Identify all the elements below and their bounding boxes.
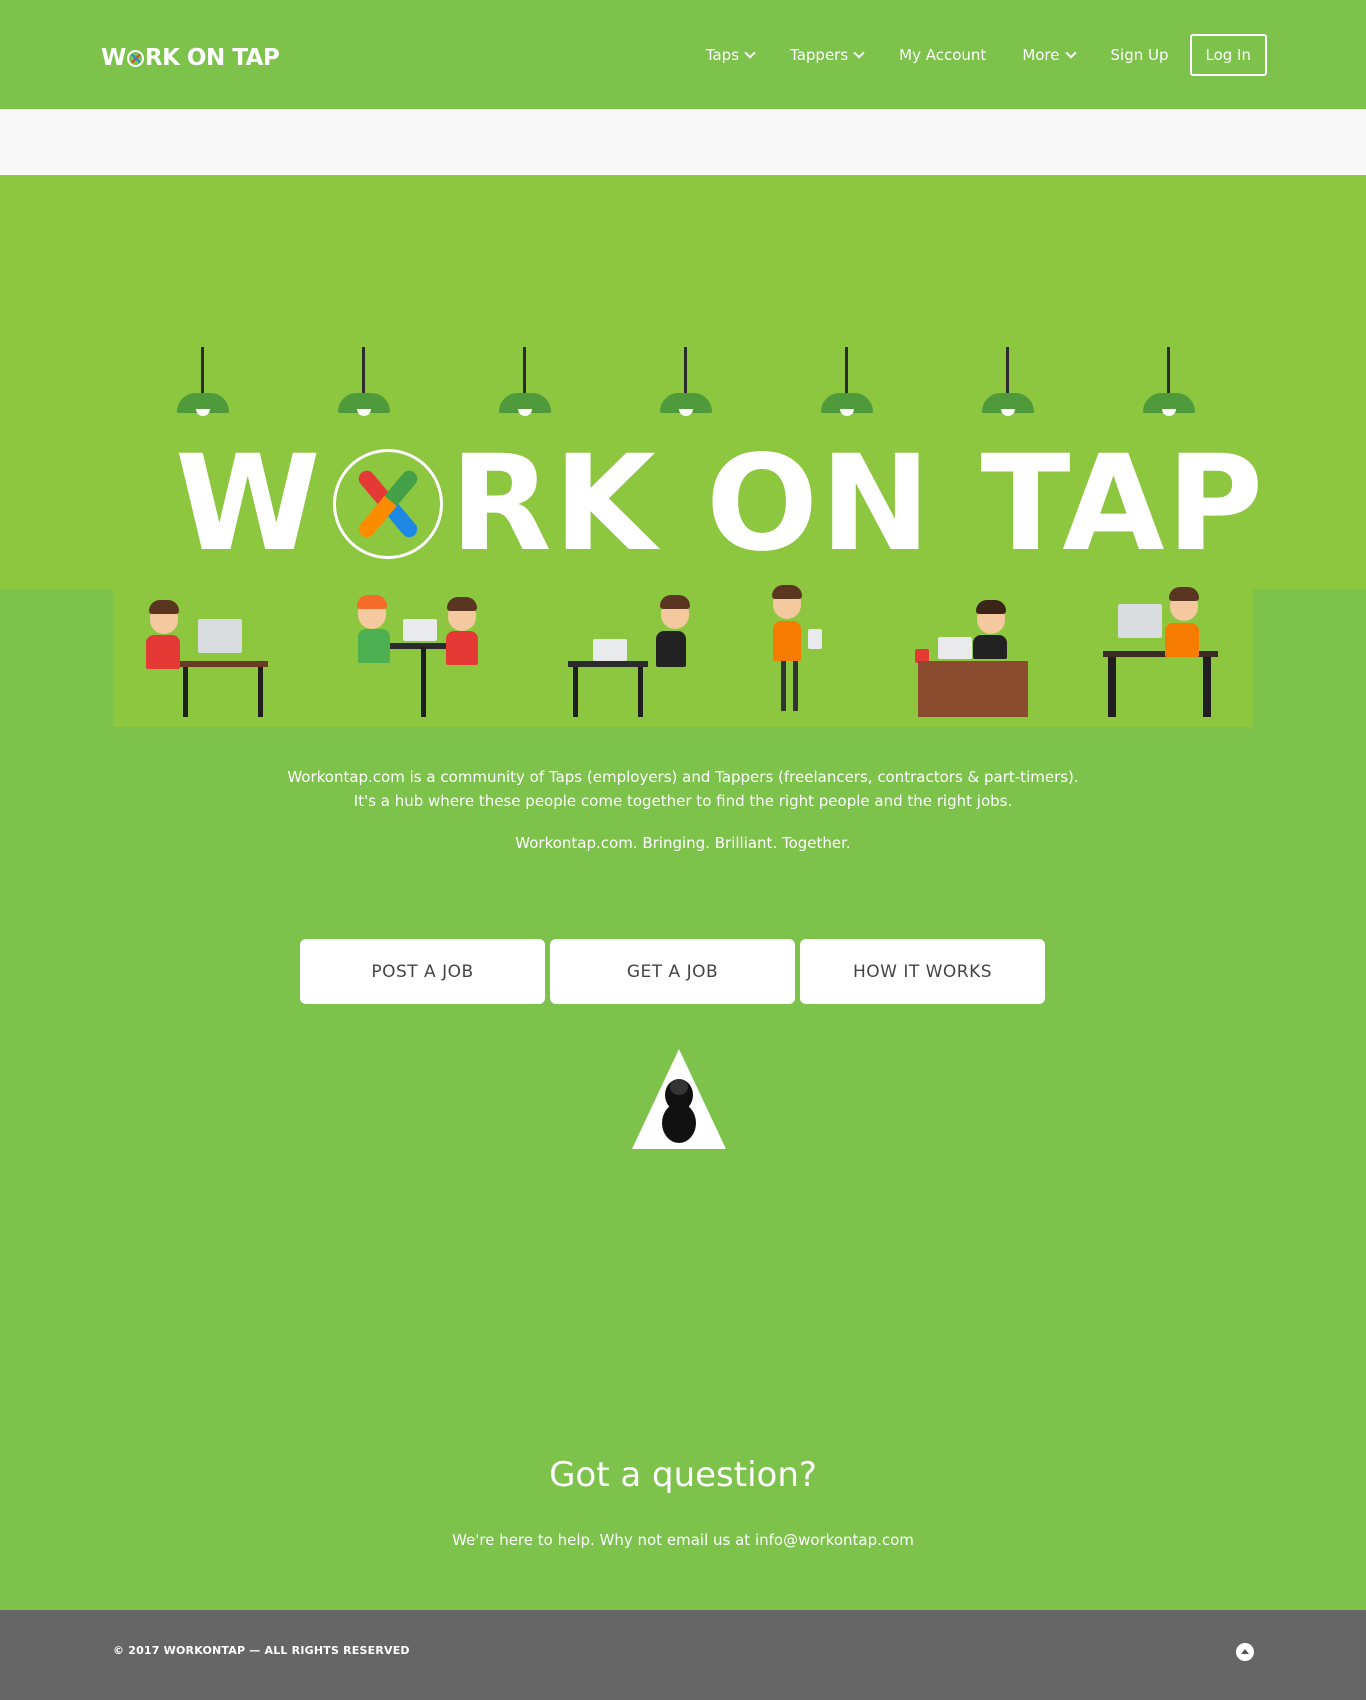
copyright-text: © 2017 WORKONTAP — ALL RIGHTS RESERVED [113,1644,410,1657]
chevron-down-icon [853,47,865,59]
hero-banner: W RK ON TAP [0,175,1366,589]
lamp-icon [660,347,712,419]
nav-sign-up[interactable]: Sign Up [1111,46,1169,64]
footer: © 2017 WORKONTAP — ALL RIGHTS RESERVED [0,1610,1366,1700]
lamp-icon [338,347,390,419]
hero-title-left: W [175,427,323,581]
intro-line-1: Workontap.com is a community of Taps (em… [287,768,1079,786]
logo-text-right: RK ON TAP [144,45,280,71]
how-it-works-button[interactable]: HOW IT WORKS [800,939,1045,1004]
nav-more[interactable]: More [1022,46,1077,64]
tagline: Workontap.com. Bringing. Brilliant. Toge… [515,834,851,852]
two-people-at-table-illustration [348,589,498,727]
hero-illustration [113,585,1253,727]
intro-line-2: It's a hub where these people come toget… [353,792,1013,810]
top-navigation-bar: W RK ON TAP Taps Tappers My Account More… [0,0,1366,109]
logo-text-left: W [101,45,126,71]
back-to-top-icon[interactable] [1236,1643,1254,1661]
contact-text: We're here to help. Why not email us at … [452,1531,914,1549]
nav-taps-label: Taps [705,46,740,64]
person-at-desk-illustration [138,589,268,727]
tools-logo-icon [333,449,443,559]
sub-header-bar [0,109,1366,175]
lamp-icon [821,347,873,419]
nav-sign-up-label: Sign Up [1110,46,1169,64]
woman-with-laptop-illustration [568,589,698,727]
hero-title: W RK ON TAP [175,427,1263,581]
cta-button-group: POST A JOB GET A JOB HOW IT WORKS [300,939,1050,1004]
brand-a-mark-icon [632,1049,726,1149]
nav-more-label: More [1022,46,1060,64]
chevron-down-icon [1064,47,1077,59]
intro-text: Workontap.com is a community of Taps (em… [0,765,1366,813]
logo-tools-icon [126,49,144,67]
hero-title-right: RK ON TAP [450,427,1266,581]
nav-tappers-label: Tappers [790,46,849,64]
site-logo[interactable]: W RK ON TAP [101,44,280,72]
login-button[interactable]: Log In [1189,34,1267,76]
lamp-icon [177,347,229,419]
get-a-job-button[interactable]: GET A JOB [550,939,795,1004]
nav-my-account[interactable]: My Account [899,46,986,64]
contact-heading: Got a question? [549,1455,817,1495]
nav-tappers[interactable]: Tappers [790,46,865,64]
lamp-icon [1143,347,1195,419]
lamp-icon [499,347,551,419]
standing-person-with-tablet-illustration [763,585,833,727]
nav-taps[interactable]: Taps [705,46,756,64]
person-at-office-desk-illustration [913,589,1033,727]
lamp-icon [982,347,1034,419]
main-nav: Taps Tappers My Account More Sign Up Log… [670,34,1267,76]
chevron-down-icon [744,47,756,59]
nav-my-account-label: My Account [899,46,987,64]
bearded-man-at-desk-illustration [1103,587,1243,727]
post-a-job-button[interactable]: POST A JOB [300,939,545,1004]
